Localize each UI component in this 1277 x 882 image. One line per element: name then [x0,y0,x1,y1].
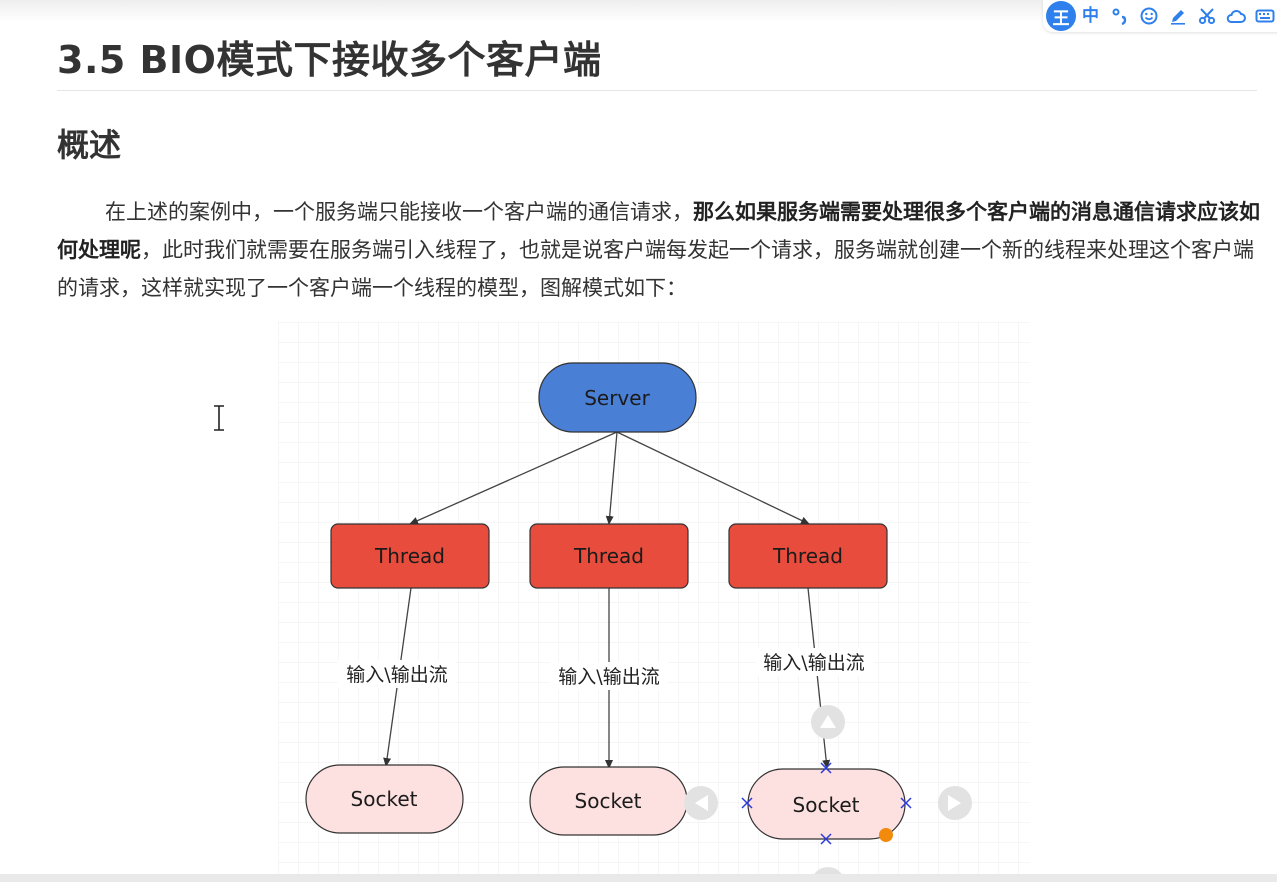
overview-paragraph: 在上述的案例中，一个服务端只能接收一个客户端的通信请求，那么如果服务端需要处理很… [57,193,1262,307]
thread-node-label-1: Thread [374,544,445,568]
ime-logo[interactable]: 王 [1046,1,1076,31]
thread-node-label-3: Thread [772,544,843,568]
thread-node-label-2: Thread [573,544,644,568]
server-node-label: Server [584,386,650,410]
overview-heading: 概述 [57,126,122,164]
connect-arrow-right-icon[interactable] [938,786,972,820]
keyboard-icon[interactable] [1250,7,1277,25]
socket-node-label-2: Socket [575,789,642,813]
socket-node-label-1: Socket [351,787,418,811]
pen-icon[interactable] [1163,7,1192,25]
server-thread-diagram: 输入\输出流 输入\输出流 输入\输出流 Server Thread Threa… [278,322,1030,882]
socket-node-label-3: Socket [793,793,860,817]
rotate-handle[interactable] [879,828,893,842]
punctuation-icon[interactable] [1105,7,1134,25]
emoji-icon[interactable] [1134,7,1163,25]
text-cursor-icon [214,405,224,431]
bottom-scroll-area [0,874,1277,882]
chinese-mode-icon[interactable]: 中 [1076,1,1105,31]
edge-label-1: 输入\输出流 [346,664,447,686]
connect-arrow-up-icon[interactable] [811,705,845,739]
edge-label-3: 输入\输出流 [763,652,864,674]
paragraph-text-1: 在上述的案例中，一个服务端只能接收一个客户端的通信请求， [105,200,693,224]
edge-label-2: 输入\输出流 [558,666,659,688]
paragraph-text-2: ，此时我们就需要在服务端引入线程了，也就是说客户端每发起一个请求，服务端就创建一… [57,238,1254,300]
scissors-icon[interactable] [1192,7,1221,25]
section-heading: 3.5 BIO模式下接收多个客户端 [57,38,602,82]
cloud-icon[interactable] [1221,7,1250,25]
heading-divider [57,90,1257,91]
ime-toolbar[interactable]: 王 中 [1043,0,1277,32]
connect-arrow-left-icon[interactable] [684,786,718,820]
